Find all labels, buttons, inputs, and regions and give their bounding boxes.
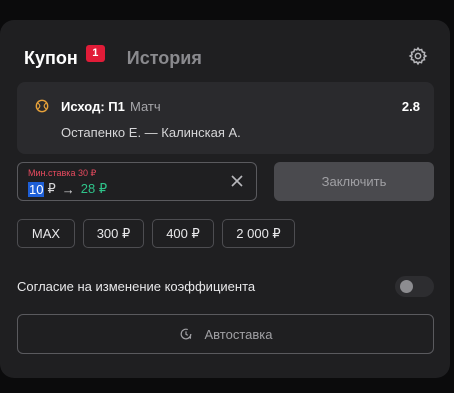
min-stake-label: Мин.ставка 30 ₽ — [28, 168, 97, 178]
stake-old-currency: ₽ — [47, 181, 56, 196]
autobet-clock-icon — [180, 328, 191, 340]
match-name: Остапенко Е. — Калинская А. — [61, 125, 241, 140]
tab-coupon[interactable]: Купон — [24, 48, 78, 69]
stake-new-value: 28 ₽ — [80, 181, 108, 196]
place-bet-button[interactable]: Заключить — [274, 162, 434, 201]
autobet-button[interactable]: Автоставка — [17, 314, 434, 354]
gear-icon[interactable] — [408, 46, 428, 66]
odds-change-consent-label: Согласие на изменение коэффициента — [17, 279, 256, 294]
close-icon[interactable] — [230, 174, 244, 188]
stake-values: 10 ₽ → 28 ₽ — [28, 181, 107, 197]
bet-card: Исход: П1 Матч 2.8 Остапенко Е. — Калинс… — [17, 82, 434, 154]
quick-stake-400-button[interactable]: 400 ₽ — [152, 219, 214, 248]
outcome-label: Исход: П1 — [61, 99, 125, 114]
odds-change-toggle[interactable] — [395, 276, 434, 297]
coupon-panel: Купон 1 История Исход: П1 Матч 2.8 Остап… — [0, 20, 450, 378]
quick-stake-2000-button[interactable]: 2 000 ₽ — [222, 219, 295, 248]
quick-stake-max-button[interactable]: MAX — [17, 219, 75, 248]
quick-stake-buttons: MAX 300 ₽ 400 ₽ 2 000 ₽ — [17, 219, 303, 248]
stake-old-value: 10 — [28, 181, 45, 197]
tab-history[interactable]: История — [127, 48, 202, 69]
quick-stake-300-button[interactable]: 300 ₽ — [83, 219, 144, 248]
tennis-ball-icon — [35, 99, 49, 113]
coupon-tabs: Купон 1 История — [24, 44, 202, 70]
toggle-knob — [400, 280, 413, 293]
arrow-right-icon: → — [61, 181, 75, 197]
odds-value: 2.8 — [401, 99, 420, 114]
stake-input[interactable]: Мин.ставка 30 ₽ 10 ₽ → 28 ₽ — [17, 162, 257, 201]
autobet-label: Автоставка — [204, 326, 273, 342]
coupon-count-badge: 1 — [85, 44, 105, 62]
market-label: Матч — [130, 99, 161, 114]
